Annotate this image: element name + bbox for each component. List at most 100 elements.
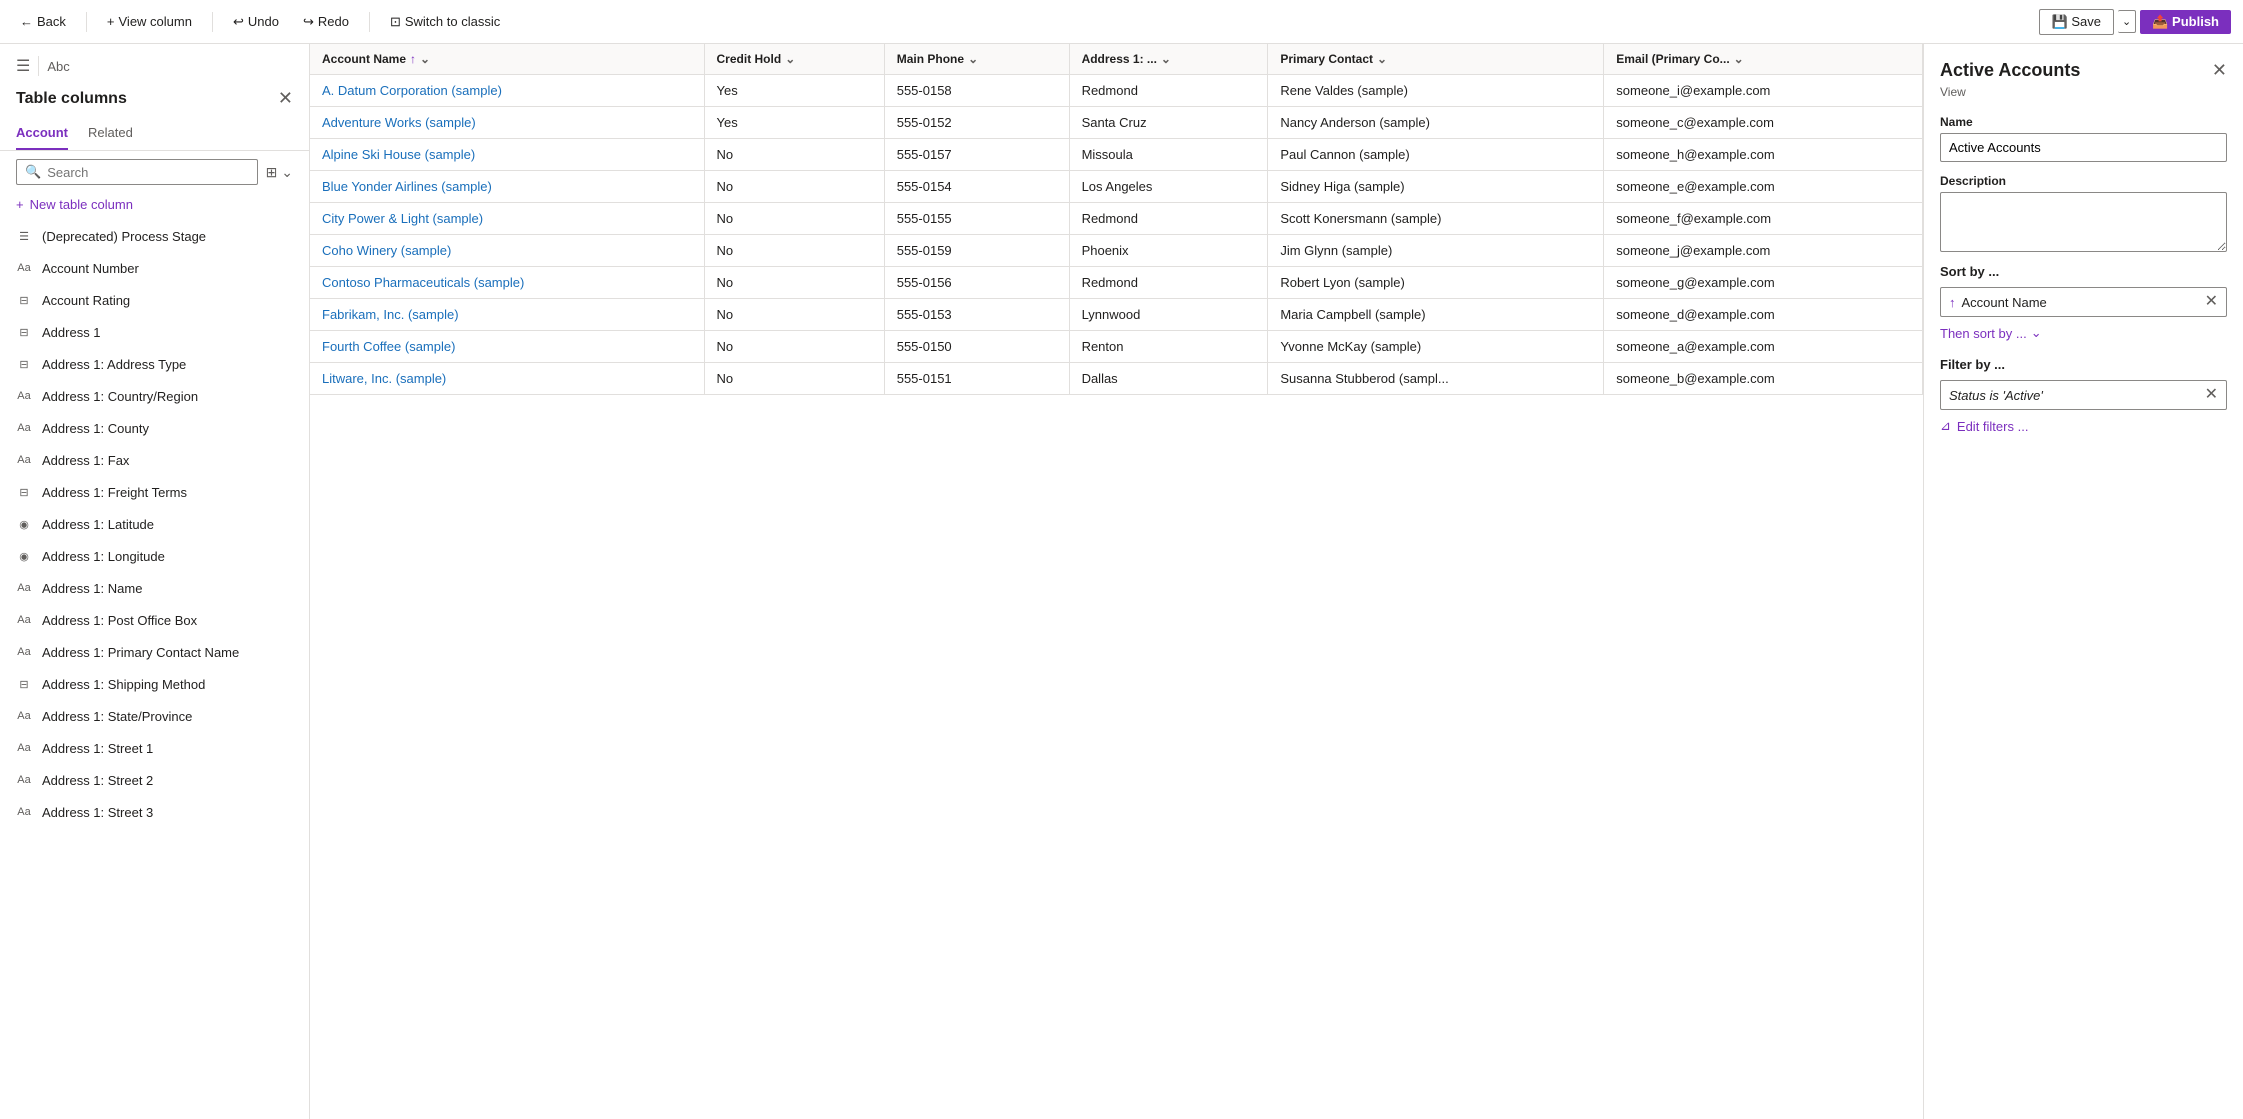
table-row[interactable]: Adventure Works (sample)Yes555-0152Santa… [310,107,1923,139]
filter-dropdown-icon[interactable]: ⌄ [1161,52,1171,66]
column-type-icon: Aa [16,708,32,724]
table-cell: Contoso Pharmaceuticals (sample) [310,267,704,299]
table-row[interactable]: A. Datum Corporation (sample)Yes555-0158… [310,75,1923,107]
column-type-icon: ◉ [16,548,32,564]
table-cell: City Power & Light (sample) [310,203,704,235]
table-cell: someone_b@example.com [1604,363,1923,395]
sidebar-close-button[interactable]: ✕ [278,88,293,109]
filter-remove-button[interactable]: ✕ [2205,387,2218,403]
column-list-item[interactable]: ⊟ Address 1 [0,316,309,348]
column-list-item[interactable]: ⊟ Account Rating [0,284,309,316]
column-item-label: Address 1: Post Office Box [42,613,197,628]
hamburger-button[interactable]: ☰ [16,56,30,76]
description-field-textarea[interactable] [1940,192,2227,252]
tab-account[interactable]: Account [16,117,68,150]
filter-dropdown-icon[interactable]: ⌄ [420,52,430,66]
table-cell: Scott Konersmann (sample) [1268,203,1604,235]
column-list-item[interactable]: ◉ Address 1: Latitude [0,508,309,540]
table-cell: Sidney Higa (sample) [1268,171,1604,203]
column-item-label: Address 1: Address Type [42,357,186,372]
sidebar-abc-icon: Abc [47,59,69,74]
name-field-input[interactable] [1940,133,2227,162]
table-cell: Fabrikam, Inc. (sample) [310,299,704,331]
filter-button[interactable]: ⊞ ⌄ [266,164,293,181]
column-list-item[interactable]: Aa Address 1: State/Province [0,700,309,732]
table-row[interactable]: Alpine Ski House (sample)No555-0157Misso… [310,139,1923,171]
filter-section-label: Filter by ... [1940,357,2227,372]
save-label: Save [2071,14,2101,29]
table-cell: 555-0150 [884,331,1069,363]
column-list-item[interactable]: Aa Address 1: Street 1 [0,732,309,764]
sort-chip-left: ↑ Account Name [1949,295,2047,310]
right-panel-close-button[interactable]: ✕ [2212,60,2227,81]
column-list-item[interactable]: Aa Address 1: County [0,412,309,444]
column-type-icon: Aa [16,644,32,660]
table-cell: Dallas [1069,363,1268,395]
table-cell: 555-0152 [884,107,1069,139]
filter-dropdown-icon[interactable]: ⌄ [1734,52,1744,66]
column-type-icon: ☰ [16,228,32,244]
table-row[interactable]: Contoso Pharmaceuticals (sample)No555-01… [310,267,1923,299]
table-cell: Redmond [1069,267,1268,299]
column-list-item[interactable]: ⊟ Address 1: Freight Terms [0,476,309,508]
column-list-item[interactable]: ⊟ Address 1: Address Type [0,348,309,380]
table-cell: Nancy Anderson (sample) [1268,107,1604,139]
column-list-item[interactable]: Aa Address 1: Country/Region [0,380,309,412]
column-type-icon: Aa [16,804,32,820]
table-row[interactable]: City Power & Light (sample)No555-0155Red… [310,203,1923,235]
column-list-item[interactable]: ◉ Address 1: Longitude [0,540,309,572]
redo-button[interactable]: ↪ Redo [295,10,357,34]
table-cell: 555-0151 [884,363,1069,395]
undo-button[interactable]: ↩ Undo [225,10,287,34]
table-cell: No [704,139,884,171]
table-row[interactable]: Litware, Inc. (sample)No555-0151DallasSu… [310,363,1923,395]
search-input[interactable] [47,165,248,180]
filter-dropdown-icon[interactable]: ⌄ [1377,52,1387,66]
save-chevron[interactable]: ⌄ [2118,10,2136,33]
column-list-item[interactable]: Aa Account Number [0,252,309,284]
table-cell: Missoula [1069,139,1268,171]
edit-filters-icon: ⊿ [1940,418,1951,434]
table-cell: Alpine Ski House (sample) [310,139,704,171]
column-list-item[interactable]: Aa Address 1: Primary Contact Name [0,636,309,668]
save-button[interactable]: 💾 Save [2039,9,2114,35]
table-row[interactable]: Fourth Coffee (sample)No555-0150RentonYv… [310,331,1923,363]
column-type-icon: Aa [16,388,32,404]
switch-classic-button[interactable]: ⊡ Switch to classic [382,10,508,34]
column-list-item[interactable]: ☰ (Deprecated) Process Stage [0,220,309,252]
table-column-header: Primary Contact ⌄ [1268,44,1604,75]
table-row[interactable]: Blue Yonder Airlines (sample)No555-0154L… [310,171,1923,203]
column-item-label: Address 1: Latitude [42,517,154,532]
tab-related[interactable]: Related [88,117,133,150]
back-button[interactable]: ← Back [12,10,74,33]
add-icon: + [107,14,115,29]
filter-dropdown-icon[interactable]: ⌄ [785,52,795,66]
table-row[interactable]: Coho Winery (sample)No555-0159PhoenixJim… [310,235,1923,267]
table-cell: someone_e@example.com [1604,171,1923,203]
column-list-item[interactable]: Aa Address 1: Street 2 [0,764,309,796]
column-list-item[interactable]: ⊟ Address 1: Shipping Method [0,668,309,700]
table-cell: someone_a@example.com [1604,331,1923,363]
table-cell: 555-0158 [884,75,1069,107]
column-list-item[interactable]: Aa Address 1: Name [0,572,309,604]
column-list-item[interactable]: Aa Address 1: Fax [0,444,309,476]
topbar-separator-2 [212,12,213,32]
undo-icon: ↩ [233,14,244,30]
filter-dropdown-icon[interactable]: ⌄ [968,52,978,66]
column-item-label: Address 1: Street 1 [42,741,153,756]
table-cell: No [704,203,884,235]
sort-remove-button[interactable]: ✕ [2205,294,2218,310]
table-cell: Maria Campbell (sample) [1268,299,1604,331]
column-list-item[interactable]: Aa Address 1: Street 3 [0,796,309,828]
view-column-button[interactable]: + View column [99,10,200,33]
column-type-icon: Aa [16,612,32,628]
edit-filters-button[interactable]: ⊿ Edit filters ... [1940,418,2227,434]
column-list-item[interactable]: Aa Address 1: Post Office Box [0,604,309,636]
column-type-icon: Aa [16,420,32,436]
table-row[interactable]: Fabrikam, Inc. (sample)No555-0153Lynnwoo… [310,299,1923,331]
table-cell: Los Angeles [1069,171,1268,203]
publish-button[interactable]: 📤 Publish [2140,10,2231,34]
new-column-button[interactable]: + New table column [0,193,309,220]
table-cell: someone_d@example.com [1604,299,1923,331]
then-sort-button[interactable]: Then sort by ... ⌄ [1940,325,2227,341]
